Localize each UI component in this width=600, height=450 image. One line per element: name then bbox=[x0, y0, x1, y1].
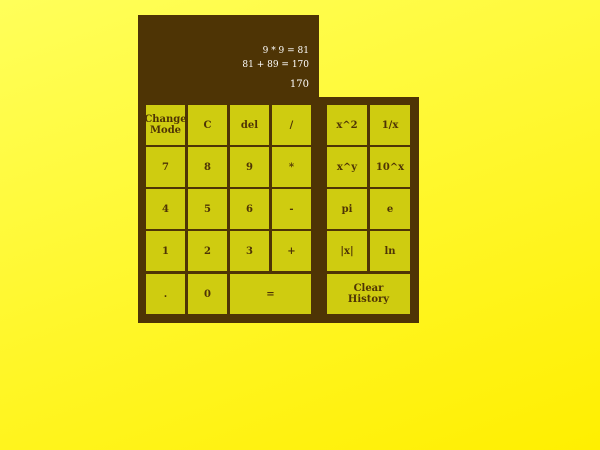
digit-4-button[interactable]: 4 bbox=[146, 189, 185, 229]
digit-0-button[interactable]: 0 bbox=[188, 274, 227, 314]
digit-9-button[interactable]: 9 bbox=[230, 147, 269, 187]
history-line: 81 + 89 = 170 bbox=[242, 60, 309, 70]
digit-6-button[interactable]: 6 bbox=[230, 189, 269, 229]
change-mode-button[interactable]: Change Mode bbox=[144, 105, 187, 145]
ten-power-button[interactable]: 10^x bbox=[370, 147, 410, 187]
clear-button[interactable]: C bbox=[188, 105, 227, 145]
digit-8-button[interactable]: 8 bbox=[188, 147, 227, 187]
absolute-value-button[interactable]: |x| bbox=[327, 231, 367, 271]
calculator-display: 9 * 9 = 81 81 + 89 = 170 170 bbox=[138, 15, 319, 97]
divide-button[interactable]: / bbox=[272, 105, 311, 145]
digit-3-button[interactable]: 3 bbox=[230, 231, 269, 271]
pi-button[interactable]: pi bbox=[327, 189, 367, 229]
clear-history-button[interactable]: Clear History bbox=[327, 274, 410, 314]
digit-1-button[interactable]: 1 bbox=[146, 231, 185, 271]
multiply-button[interactable]: * bbox=[272, 147, 311, 187]
power-button[interactable]: x^y bbox=[327, 147, 367, 187]
square-button[interactable]: x^2 bbox=[327, 105, 367, 145]
digit-7-button[interactable]: 7 bbox=[146, 147, 185, 187]
plus-button[interactable]: + bbox=[272, 231, 311, 271]
calculator-panel: 9 * 9 = 81 81 + 89 = 170 170 Change Mode… bbox=[138, 15, 319, 323]
delete-button[interactable]: del bbox=[230, 105, 269, 145]
scientific-panel: x^2 1/x x^y 10^x pi e |x| ln Clear Histo… bbox=[318, 97, 419, 323]
natural-log-button[interactable]: ln bbox=[370, 231, 410, 271]
history-line: 9 * 9 = 81 bbox=[262, 46, 309, 56]
minus-button[interactable]: - bbox=[272, 189, 311, 229]
equals-button[interactable]: = bbox=[230, 274, 311, 314]
decimal-button[interactable]: . bbox=[146, 274, 185, 314]
digit-5-button[interactable]: 5 bbox=[188, 189, 227, 229]
result-readout: 170 bbox=[289, 79, 309, 90]
digit-2-button[interactable]: 2 bbox=[188, 231, 227, 271]
euler-button[interactable]: e bbox=[370, 189, 410, 229]
reciprocal-button[interactable]: 1/x bbox=[370, 105, 410, 145]
